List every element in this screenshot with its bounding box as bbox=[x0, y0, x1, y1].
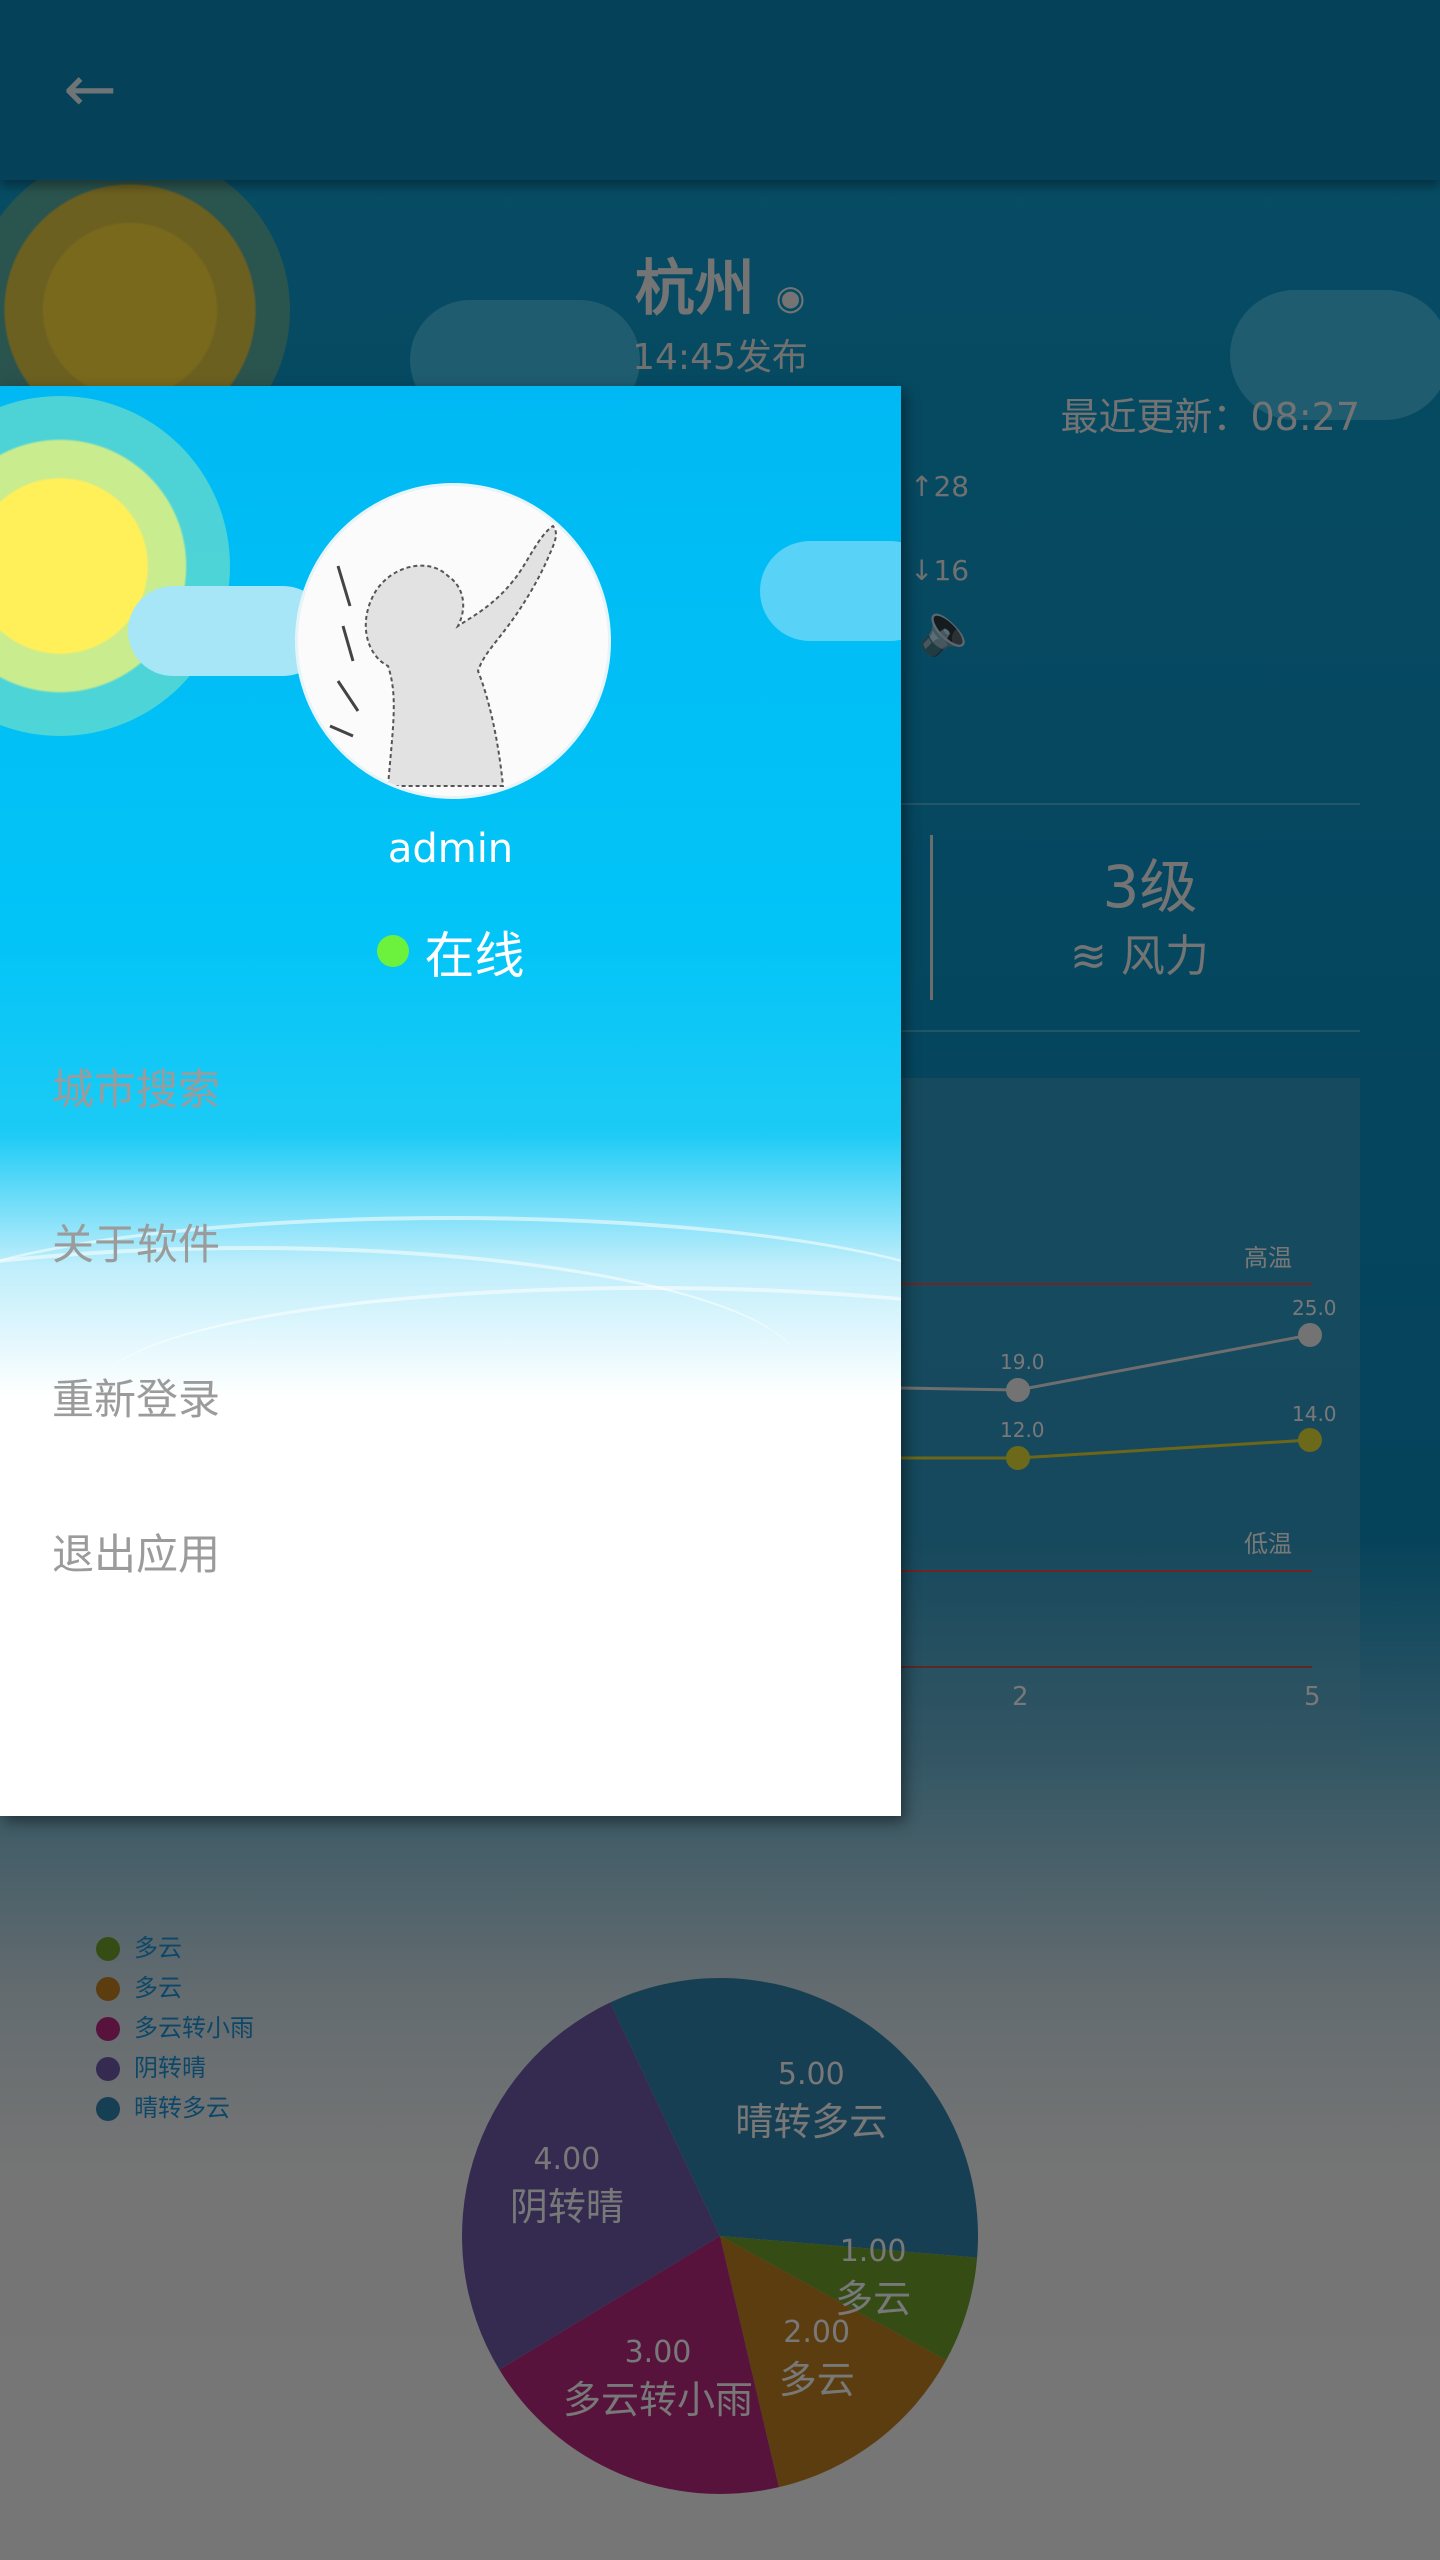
online-dot-icon bbox=[376, 935, 409, 967]
cloud-decoration bbox=[760, 541, 901, 641]
online-status: 在线 bbox=[0, 916, 901, 988]
user-avatar[interactable] bbox=[295, 483, 611, 799]
menu-exit[interactable]: 退出应用 bbox=[52, 1521, 852, 1582]
avatar-illustration bbox=[329, 524, 557, 787]
navigation-drawer: admin 在线 城市搜索 关于软件 重新登录 退出应用 bbox=[0, 386, 901, 1816]
username: admin bbox=[387, 826, 514, 872]
drawer-header: admin 在线 bbox=[0, 386, 901, 1486]
menu-city-search[interactable]: 城市搜索 bbox=[52, 1056, 852, 1117]
sun-illustration bbox=[0, 396, 230, 736]
menu-about[interactable]: 关于软件 bbox=[52, 1211, 852, 1272]
menu-relogin[interactable]: 重新登录 bbox=[52, 1366, 852, 1427]
